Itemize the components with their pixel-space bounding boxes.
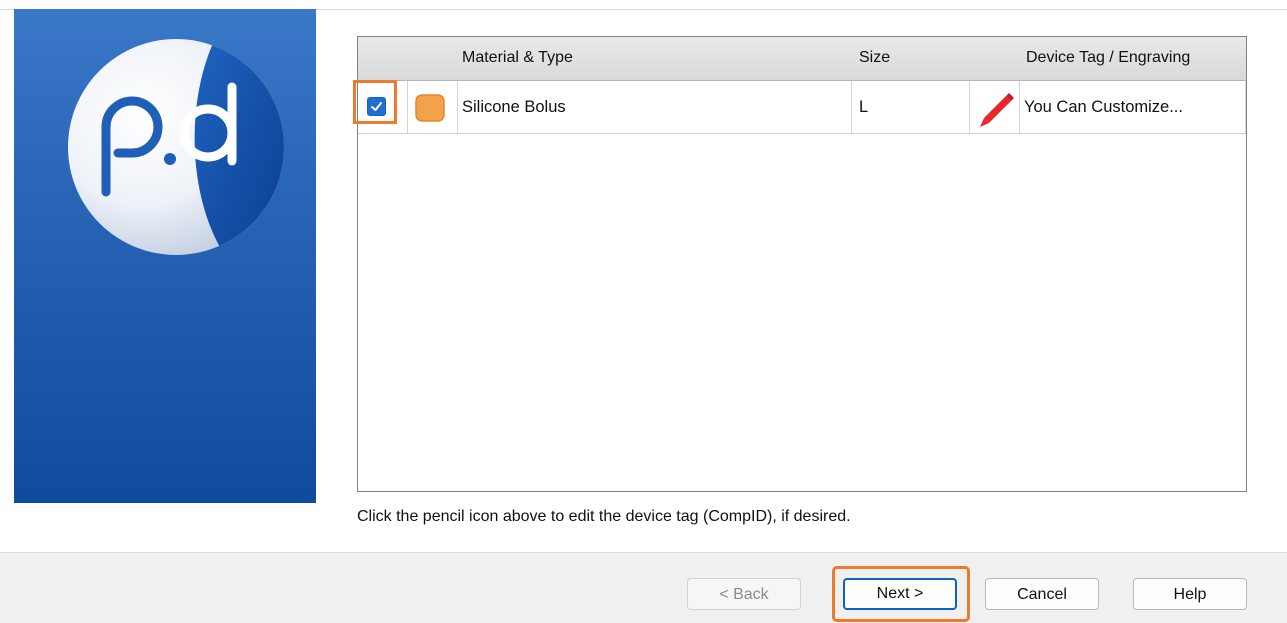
cell-divider bbox=[969, 81, 970, 133]
material-swatch-icon bbox=[415, 94, 445, 122]
device-table: Material & Type Size Device Tag / Engrav… bbox=[357, 36, 1247, 492]
size-cell: L bbox=[859, 98, 869, 116]
cell-divider bbox=[1019, 81, 1020, 133]
column-header-material[interactable]: Material & Type bbox=[462, 49, 573, 67]
hint-text: Click the pencil icon above to edit the … bbox=[357, 508, 851, 525]
help-button[interactable]: Help bbox=[1133, 578, 1247, 610]
pd-logo bbox=[66, 37, 286, 257]
cancel-button[interactable]: Cancel bbox=[985, 578, 1099, 610]
pencil-icon[interactable] bbox=[975, 87, 1017, 129]
device-tag-cell[interactable]: You Can Customize... bbox=[1024, 98, 1183, 117]
wizard-sidebar-banner bbox=[14, 9, 316, 503]
cell-divider bbox=[407, 81, 408, 133]
table-header: Material & Type Size Device Tag / Engrav… bbox=[358, 37, 1246, 81]
next-button-highlight bbox=[832, 566, 970, 622]
column-header-tag[interactable]: Device Tag / Engraving bbox=[1026, 49, 1190, 67]
back-button[interactable]: < Back bbox=[687, 578, 801, 610]
table-row[interactable]: Silicone Bolus L You Can Customize... bbox=[358, 81, 1246, 134]
cell-divider bbox=[1245, 81, 1246, 133]
checkbox-highlight bbox=[353, 80, 397, 124]
cell-divider bbox=[851, 81, 852, 133]
cell-divider bbox=[457, 81, 458, 133]
material-cell: Silicone Bolus bbox=[462, 98, 566, 116]
column-header-size[interactable]: Size bbox=[859, 49, 890, 67]
